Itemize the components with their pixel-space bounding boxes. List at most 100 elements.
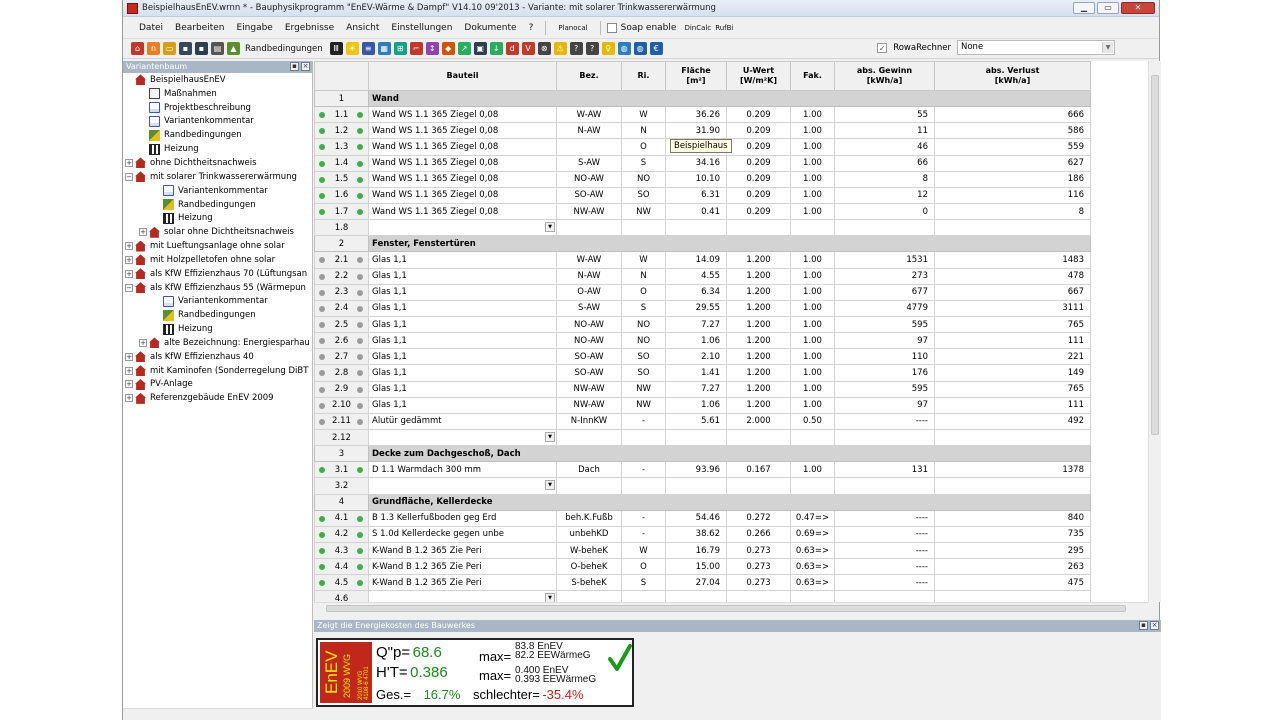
rufbi-button[interactable]: RufBi [713,24,735,32]
bez-cell[interactable]: N-InnKW [556,412,622,430]
flaeche-cell[interactable]: 93.96 [665,461,727,479]
row-number[interactable]: 1.4 [314,154,369,172]
table-row[interactable]: 4.3 K-Wand B 1.2 365 Zie Peri W-beheK W 16.7… [314,541,1091,560]
expand-toggle-icon[interactable]: + [125,352,133,361]
verlust-cell[interactable]: 765 [934,380,1091,398]
u-wert-cell[interactable]: 1.200 [726,348,791,366]
tree-node[interactable]: Randbedingungen [123,308,312,322]
expand-toggle-icon[interactable]: + [125,158,133,167]
bez-cell[interactable]: SO-AW [556,364,622,382]
table-cell[interactable] [790,590,835,602]
tree-node[interactable]: + mit Holzpelletofen ohne solar [123,253,312,267]
expand-toggle-icon[interactable]: + [125,242,133,251]
gewinn-cell[interactable]: ---- [834,412,935,430]
faktor-cell[interactable]: 0.47=> [790,509,835,527]
sort-icon[interactable]: ↕ [425,42,439,55]
randbedingungen-button[interactable]: Randbedingungen [245,44,323,54]
verlust-cell[interactable]: 667 [934,283,1091,301]
gewinn-cell[interactable]: 595 [834,315,935,334]
column-header[interactable]: abs. Gewinn [kWh/a] [834,61,935,91]
u-wert-cell[interactable]: 0.209 [726,138,791,156]
flaeche-cell[interactable]: 6.31 [665,186,727,204]
bez-cell[interactable]: NW-AW [556,202,622,221]
table-row[interactable]: 2.3 Glas 1,1 O-AW O 6.34 1.200 1.00 677 667 [314,283,1091,301]
download-icon[interactable]: ↓ [489,42,503,55]
flaeche-cell[interactable]: 1.06 [665,332,727,350]
bez-cell[interactable]: unbehKD [556,525,622,543]
bez-cell[interactable]: W-AW [556,251,622,269]
verlust-cell[interactable]: 1483 [934,251,1091,269]
document-icon[interactable]: ≡ [361,42,375,55]
arrow-icon[interactable]: ↗ [457,42,471,55]
faktor-cell[interactable]: 1.00 [790,364,835,382]
edit-table-icon[interactable]: ▦ [377,42,391,55]
flaeche-cell[interactable]: 0.41 [665,202,727,221]
gewinn-cell[interactable]: 97 [834,332,935,350]
richtung-cell[interactable]: - [621,412,666,430]
bauteil-cell[interactable]: Glas 1,1 [368,332,557,350]
bauteil-cell[interactable]: Wand WS 1.1 365 Ziegel 0,08 [368,138,557,156]
faktor-cell[interactable]: 1.00 [790,396,835,414]
u-wert-cell[interactable]: 1.200 [726,380,791,398]
u-wert-cell[interactable]: 2.000 [726,412,791,430]
richtung-cell[interactable]: NW [621,396,666,414]
richtung-cell[interactable]: S [621,574,666,592]
row-number[interactable]: 4.3 [314,541,369,560]
table-row[interactable]: 4.5 K-Wand B 1.2 365 Zie Peri S-beheK S 27.0… [314,574,1091,592]
row-number[interactable]: 1.8 [314,219,369,237]
u-wert-cell[interactable]: 0.209 [726,170,791,188]
flaeche-cell[interactable]: 1.41 [665,364,727,382]
flaeche-cell[interactable]: 54.46 [665,509,727,527]
richtung-cell[interactable]: NW [621,380,666,398]
column-header[interactable]: Bez. [556,61,622,91]
verlust-cell[interactable]: 295 [934,541,1091,560]
tree-node[interactable]: Randbedingungen [123,128,312,142]
faktor-cell[interactable]: 1.00 [790,170,835,188]
tree-node[interactable]: Variantenkommentar [123,115,312,129]
bauteil-cell[interactable]: Glas 1,1 [368,364,557,382]
v-icon[interactable]: V [521,42,535,55]
u-wert-cell[interactable]: 1.200 [726,299,791,317]
richtung-cell[interactable]: O [621,283,666,301]
richtung-cell[interactable]: N [621,122,666,140]
faktor-cell[interactable]: 1.00 [790,202,835,221]
table-cell[interactable] [834,219,935,237]
flaeche-cell[interactable]: 7.27 [665,380,727,398]
table-row[interactable]: 2.8 Glas 1,1 SO-AW SO 1.41 1.200 1.00 176 149 [314,364,1091,382]
gewinn-cell[interactable]: ---- [834,541,935,560]
row-number[interactable]: 1.2 [314,122,369,140]
dropdown-arrow-icon[interactable]: ▼ [545,431,555,442]
faktor-cell[interactable]: 1.00 [790,315,835,334]
bauteil-cell[interactable]: K-Wand B 1.2 365 Zie Peri [368,574,557,592]
gewinn-cell[interactable]: ---- [834,558,935,576]
verlust-cell[interactable]: 586 [934,122,1091,140]
bauteil-cell[interactable]: Glas 1,1 [368,251,557,269]
row-number[interactable]: 1.3 [314,138,369,156]
verlust-cell[interactable]: 111 [934,396,1091,414]
table-row[interactable]: 3.2 ▼ [314,477,1091,495]
u-wert-cell[interactable]: 0.209 [726,122,791,140]
gewinn-cell[interactable]: 1531 [834,251,935,269]
expand-toggle-icon[interactable]: − [125,283,133,292]
row-number[interactable]: 1.5 [314,170,369,188]
u-wert-cell[interactable]: 0.167 [726,461,791,479]
bauteil-cell[interactable]: D 1.1 Warmdach 300 mm [368,461,557,479]
verlust-cell[interactable]: 149 [934,364,1091,382]
table-row[interactable]: 2.11 Alutür gedämmt N-InnKW -5.61 2.000 0.50-… [314,412,1091,430]
bez-cell[interactable]: Dach [556,461,622,479]
u-wert-cell[interactable]: 1.200 [726,315,791,334]
table-cell[interactable] [726,590,791,602]
row-number[interactable]: 2.10 [314,396,369,414]
soap-enable-checkbox[interactable] [606,22,617,33]
row-number[interactable]: 2.9 [314,380,369,398]
faktor-cell[interactable]: 0.69=> [790,525,835,543]
bez-cell[interactable]: S-beheK [556,574,622,592]
tree-node[interactable]: Variantenkommentar [123,295,312,309]
table-row[interactable]: 2.7 Glas 1,1 SO-AW SO 2.10 1.200 1.00 110 221 [314,348,1091,366]
dropdown-arrow-icon[interactable]: ▼ [545,593,555,602]
table-cell[interactable] [834,477,935,495]
tree-node[interactable]: + ohne Dichtheitsnachweis [123,156,312,170]
table-row[interactable]: 2 Fenster, Fenstertüren [314,235,1091,253]
tree-node[interactable]: + mit Kaminofen (Sonderregelung DiBT [123,364,312,378]
tree-node[interactable]: Maßnahmen [123,87,312,101]
